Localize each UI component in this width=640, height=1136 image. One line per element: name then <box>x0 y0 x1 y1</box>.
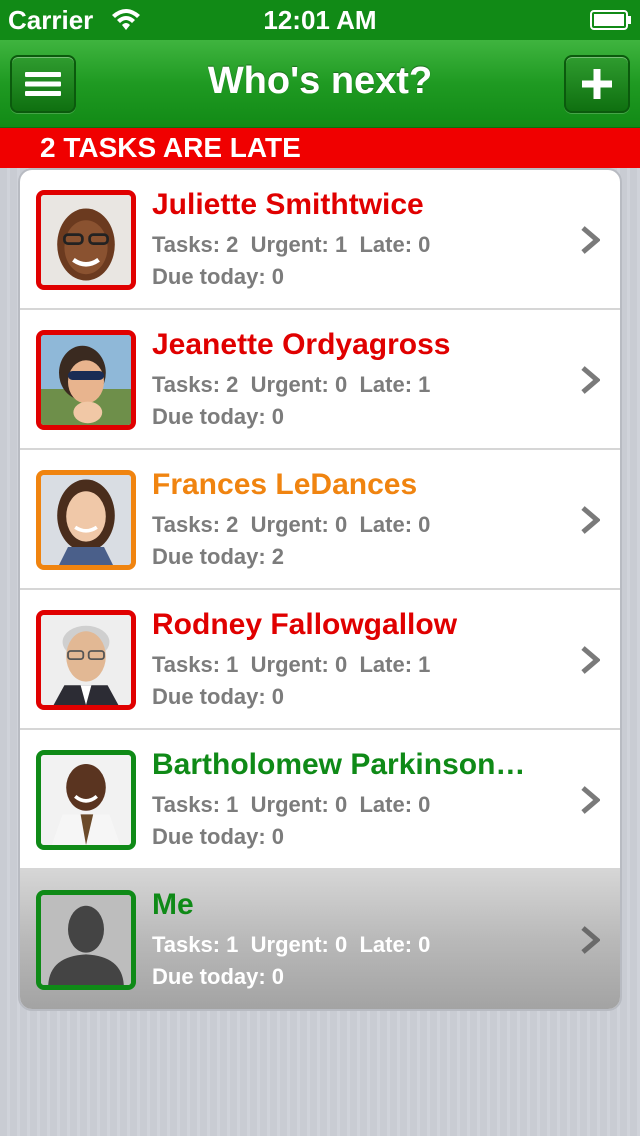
chevron-right-icon <box>581 786 600 814</box>
avatar <box>36 750 136 850</box>
person-stats: Tasks: 2 Urgent: 0 Late: 1 <box>152 372 430 398</box>
chevron-right-icon <box>581 226 600 254</box>
person-name: Bartholomew Parkinson… <box>152 748 526 781</box>
plus-icon <box>582 69 612 99</box>
urgent-count: Urgent: 0 <box>250 512 348 537</box>
urgent-count: Urgent: 1 <box>250 232 348 257</box>
person-row-rodney[interactable]: Rodney Fallowgallow Tasks: 1 Urgent: 0 L… <box>20 590 620 730</box>
person-photo-icon <box>41 755 131 845</box>
due-today-count: Due today: 0 <box>152 404 285 429</box>
person-row-juliette[interactable]: Juliette Smithtwice Tasks: 2 Urgent: 1 L… <box>20 170 620 310</box>
battery-icon <box>590 10 631 30</box>
person-row-frances[interactable]: Frances LeDances Tasks: 2 Urgent: 0 Late… <box>20 450 620 590</box>
tasks-count: Tasks: 1 <box>152 792 239 817</box>
person-photo-icon <box>41 335 131 425</box>
silhouette-icon <box>41 895 131 985</box>
person-photo-icon <box>41 615 131 705</box>
chevron-right-icon <box>581 366 600 394</box>
person-stats: Tasks: 2 Urgent: 0 Late: 0 <box>152 512 430 538</box>
person-name: Frances LeDances <box>152 468 418 501</box>
person-stats: Tasks: 1 Urgent: 0 Late: 1 <box>152 652 430 678</box>
avatar <box>36 610 136 710</box>
due-today-count: Due today: 0 <box>152 684 285 709</box>
tasks-count: Tasks: 1 <box>152 932 239 957</box>
tasks-count: Tasks: 1 <box>152 652 239 677</box>
tasks-count: Tasks: 2 <box>152 512 239 537</box>
status-bar: Carrier 12:01 AM <box>0 0 640 40</box>
person-stats: Tasks: 2 Urgent: 1 Late: 0 <box>152 232 430 258</box>
urgent-count: Urgent: 0 <box>250 372 348 397</box>
add-button[interactable] <box>564 55 630 113</box>
due-today-count: Due today: 0 <box>152 964 285 989</box>
avatar <box>36 470 136 570</box>
late-count: Late: 0 <box>359 512 431 537</box>
tasks-count: Tasks: 2 <box>152 372 239 397</box>
due-today-count: Due today: 2 <box>152 544 285 569</box>
person-name: Me <box>152 888 194 921</box>
urgent-count: Urgent: 0 <box>250 932 348 957</box>
tasks-count: Tasks: 2 <box>152 232 239 257</box>
late-count: Late: 1 <box>359 372 431 397</box>
person-stats: Tasks: 1 Urgent: 0 Late: 0 <box>152 792 430 818</box>
people-list: Juliette Smithtwice Tasks: 2 Urgent: 1 L… <box>18 168 622 1011</box>
late-count: Late: 1 <box>359 652 431 677</box>
person-row-me[interactable]: Me Tasks: 1 Urgent: 0 Late: 0 Due today:… <box>20 870 620 1009</box>
person-row-jeanette[interactable]: Jeanette Ordyagross Tasks: 2 Urgent: 0 L… <box>20 310 620 450</box>
late-count: Late: 0 <box>359 232 431 257</box>
urgent-count: Urgent: 0 <box>250 792 348 817</box>
avatar <box>36 330 136 430</box>
page-title: Who's next? <box>207 60 433 102</box>
chevron-right-icon <box>581 506 600 534</box>
late-count: Late: 0 <box>359 932 431 957</box>
person-name: Rodney Fallowgallow <box>152 608 458 641</box>
avatar <box>36 190 136 290</box>
person-name: Jeanette Ordyagross <box>152 328 451 361</box>
due-today-count: Due today: 0 <box>152 264 285 289</box>
chevron-right-icon <box>581 926 600 954</box>
person-stats: Tasks: 1 Urgent: 0 Late: 0 <box>152 932 430 958</box>
status-time: 12:01 AM <box>263 5 377 35</box>
chevron-right-icon <box>581 646 600 674</box>
person-name: Juliette Smithtwice <box>152 188 424 221</box>
navigation-bar: Who's next? <box>0 40 640 128</box>
late-tasks-banner: 2 TASKS ARE LATE <box>0 128 640 168</box>
avatar <box>36 890 136 990</box>
person-photo-icon <box>41 475 131 565</box>
urgent-count: Urgent: 0 <box>250 652 348 677</box>
late-count: Late: 0 <box>359 792 431 817</box>
due-today-count: Due today: 0 <box>152 824 285 849</box>
person-row-bartholomew[interactable]: Bartholomew Parkinson… Tasks: 1 Urgent: … <box>20 730 620 870</box>
person-photo-icon <box>41 195 131 285</box>
